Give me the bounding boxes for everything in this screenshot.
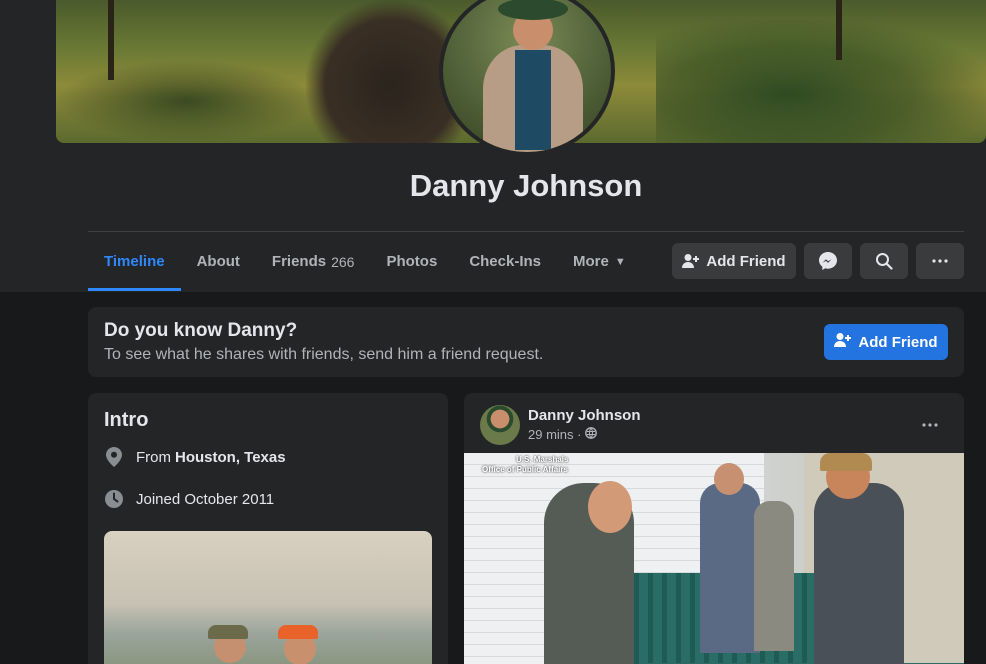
profile-name: Danny Johnson: [409, 168, 643, 203]
avatar-shirt: [515, 50, 551, 150]
photo-cap: [208, 625, 248, 639]
cover-foliage: [656, 20, 986, 143]
cover-tree: [836, 0, 842, 60]
post-author-name[interactable]: Danny Johnson: [528, 407, 641, 424]
more-icon: [922, 414, 938, 432]
search-icon: [875, 252, 893, 270]
intro-hometown: From Houston, Texas: [104, 447, 286, 467]
caret-down-icon: ▼: [614, 255, 626, 268]
image-officer-cap: [820, 453, 872, 471]
image-officer: [700, 483, 760, 653]
image-officer: [754, 501, 794, 651]
tab-label: Timeline: [104, 253, 165, 270]
photo-cap: [278, 625, 318, 639]
intro-joined: Joined October 2011: [104, 489, 274, 509]
tab-label: Photos: [386, 253, 438, 270]
clock-icon: [104, 489, 124, 509]
image-officer: [814, 483, 904, 664]
post-card: Danny Johnson 29 mins · U.S. Marshals Of…: [464, 393, 964, 664]
add-friend-button[interactable]: Add Friend: [672, 243, 796, 279]
add-friend-primary-button[interactable]: Add Friend: [824, 324, 948, 360]
add-friend-label: Add Friend: [858, 333, 938, 351]
search-button[interactable]: [860, 243, 908, 279]
post-meta: 29 mins ·: [528, 427, 598, 442]
friends-count: 266: [331, 253, 355, 270]
cover-tree: [108, 0, 114, 80]
tab-timeline[interactable]: Timeline: [88, 232, 181, 291]
post-options-button[interactable]: [916, 409, 944, 437]
tab-label: Friends: [271, 253, 327, 270]
hometown-place[interactable]: Houston, Texas: [175, 449, 286, 466]
tab-more[interactable]: More ▼: [557, 232, 642, 291]
profile-tabs: Timeline About Friends 266 Photos Check-I…: [88, 232, 642, 291]
tab-label: More: [573, 253, 609, 270]
add-friend-label: Add Friend: [706, 252, 786, 270]
add-friend-icon: [834, 332, 852, 352]
post-time[interactable]: 29 mins ·: [528, 427, 581, 442]
hometown-prefix: From: [136, 448, 171, 466]
globe-icon: [585, 427, 598, 442]
know-card-title: Do you know Danny?: [104, 320, 298, 341]
watermark-line: U.S. Marshals: [516, 455, 569, 464]
messenger-icon: [818, 251, 838, 271]
tab-check-ins[interactable]: Check-Ins: [453, 232, 557, 291]
featured-photo[interactable]: [104, 531, 432, 664]
joined-text: Joined October 2011: [136, 490, 275, 508]
image-officer-head: [588, 481, 632, 533]
image-officer-head: [714, 463, 744, 495]
cover-shade: [56, 60, 316, 143]
image-watermark: U.S. Marshals Office of Public Affairs: [482, 455, 568, 475]
avatar-hat: [498, 0, 568, 20]
tab-photos[interactable]: Photos: [370, 232, 453, 291]
add-friend-icon: [682, 253, 700, 269]
tab-about[interactable]: About: [181, 232, 256, 291]
intro-title: Intro: [104, 409, 149, 431]
tab-label: Check-Ins: [469, 253, 542, 270]
friend-request-card: Do you know Danny? To see what he shares…: [88, 307, 964, 377]
know-card-subtitle: To see what he shares with friends, send…: [104, 346, 544, 363]
post-author-avatar[interactable]: [480, 405, 520, 445]
intro-card: Intro From Houston, Texas Joined October…: [88, 393, 448, 664]
tab-friends[interactable]: Friends 266: [256, 232, 371, 291]
more-icon: [932, 259, 948, 263]
message-button[interactable]: [804, 243, 852, 279]
watermark-line: Office of Public Affairs: [482, 465, 568, 474]
location-pin-icon: [104, 447, 124, 467]
tab-label: About: [196, 253, 240, 270]
post-image[interactable]: U.S. Marshals Office of Public Affairs: [464, 453, 964, 664]
more-options-button[interactable]: [916, 243, 964, 279]
